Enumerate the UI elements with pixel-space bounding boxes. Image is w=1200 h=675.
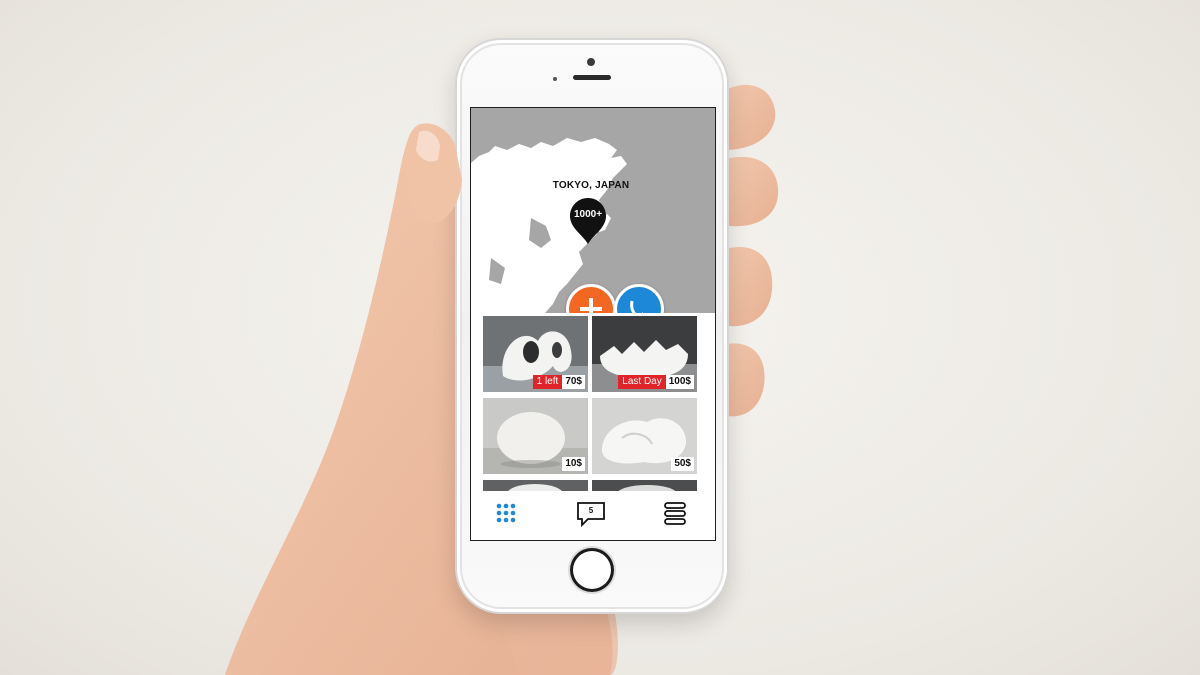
product-tile[interactable] [483, 480, 588, 491]
price-tag: 100$ [665, 375, 694, 389]
home-button[interactable] [570, 548, 614, 592]
map-pin-icon[interactable] [568, 196, 608, 246]
map-view[interactable]: TOKYO, JAPAN 1000+ [471, 108, 715, 313]
product-tile[interactable]: Last Day 100$ [592, 316, 697, 392]
message-count-badge: 5 [588, 506, 594, 515]
phone-device: TOKYO, JAPAN 1000+ 1 left 70$ Last Day 1… [457, 40, 727, 612]
earpiece-speaker [573, 75, 611, 80]
product-tile[interactable] [592, 480, 697, 491]
stack-menu-icon [664, 502, 686, 525]
product-image [592, 480, 697, 491]
product-tile[interactable]: 50$ [592, 398, 697, 474]
product-tags: 50$ [671, 457, 694, 471]
availability-tag: 1 left [532, 375, 563, 389]
product-grid: 1 left 70$ Last Day 100$ 10$ 50$ [471, 313, 715, 491]
pin-count-label: 1000+ [573, 209, 603, 220]
product-tile[interactable]: 10$ [483, 398, 588, 474]
tab-messages[interactable]: 5 [576, 501, 606, 527]
product-tags: 1 left 70$ [532, 375, 585, 389]
bottom-tab-bar: 5 [471, 491, 715, 540]
product-tile[interactable]: 1 left 70$ [483, 316, 588, 392]
location-label: TOKYO, JAPAN [552, 180, 630, 191]
price-tag: 50$ [671, 457, 694, 471]
tab-menu[interactable] [661, 501, 691, 527]
product-tags: 10$ [562, 457, 585, 471]
front-camera [587, 58, 595, 66]
app-screen: TOKYO, JAPAN 1000+ 1 left 70$ Last Day 1… [470, 107, 716, 541]
price-tag: 70$ [562, 375, 585, 389]
availability-tag: Last Day [618, 375, 666, 389]
tab-grid[interactable] [492, 501, 522, 527]
proximity-sensor [553, 77, 557, 81]
price-tag: 10$ [562, 457, 585, 471]
grid-dots-icon [496, 503, 516, 523]
product-image [483, 480, 588, 491]
product-tags: Last Day 100$ [618, 375, 694, 389]
